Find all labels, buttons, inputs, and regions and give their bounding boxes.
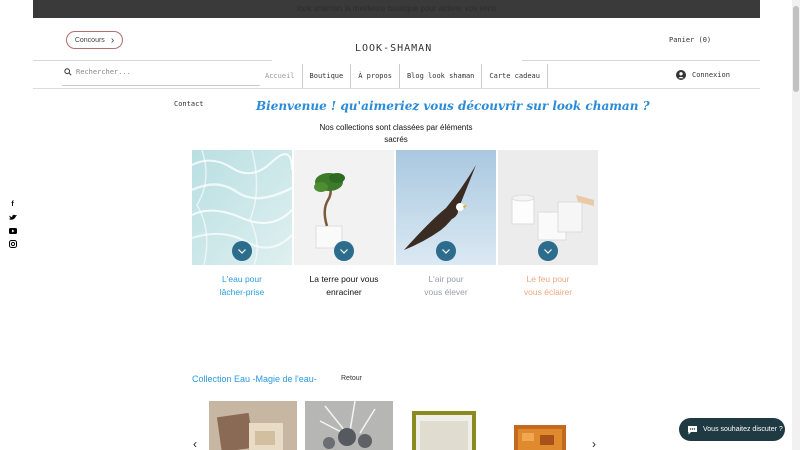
earth-image <box>294 150 394 265</box>
chevron-right-icon[interactable]: › <box>592 437 596 450</box>
element-cards: L'eau pour lâcher-prise La terre pour vo… <box>192 150 598 299</box>
login-label: Connexion <box>692 71 730 79</box>
chevron-down-icon[interactable] <box>334 241 354 261</box>
facebook-icon[interactable]: f <box>8 200 17 209</box>
chat-button[interactable]: Vous souhaitez discuter ? <box>679 418 785 441</box>
card-water-line2: lâcher-prise <box>219 287 265 297</box>
chevron-down-icon[interactable] <box>538 241 558 261</box>
instagram-icon[interactable] <box>8 239 17 248</box>
product-image[interactable] <box>500 401 588 450</box>
search-icon <box>64 68 72 76</box>
divider <box>522 60 760 61</box>
cart-link[interactable]: Panier (0) <box>669 36 711 44</box>
card-water[interactable]: L'eau pour lâcher-prise <box>192 150 292 299</box>
user-icon <box>676 70 686 80</box>
fire-image <box>498 150 598 265</box>
divider <box>33 88 760 89</box>
collection-title: Collection Eau -Magie de l'eau- <box>192 374 317 384</box>
login-button[interactable]: Connexion <box>676 70 730 80</box>
card-fire-line2: vous éclairer <box>523 287 573 297</box>
youtube-icon[interactable] <box>8 226 17 235</box>
card-air-line2: vous élever <box>424 287 468 297</box>
card-fire[interactable]: Le feu pour vous éclairer <box>498 150 598 299</box>
promo-banner: look shaman la meilleure boutique pour a… <box>33 0 760 18</box>
card-fire-line1: Le feu pour <box>526 274 570 284</box>
chevron-left-icon[interactable]: ‹ <box>193 437 197 450</box>
product-image[interactable] <box>209 401 297 450</box>
page: look shaman la meilleure boutique pour a… <box>0 0 800 450</box>
scrollbar-thumb[interactable] <box>793 6 799 92</box>
nav-item-a-propos[interactable]: À propos <box>350 64 399 88</box>
divider <box>33 60 272 61</box>
twitter-icon[interactable] <box>8 213 17 222</box>
card-earth-line1: La terre pour vous <box>309 274 379 284</box>
concours-button[interactable]: Concours › <box>66 31 123 49</box>
social-bar: f <box>8 200 17 248</box>
search-bar[interactable]: Rechercher... <box>64 68 131 76</box>
card-earth-line2: enraciner <box>326 287 362 297</box>
chevron-down-icon[interactable] <box>232 241 252 261</box>
product-image[interactable] <box>305 401 393 450</box>
water-image <box>192 150 292 265</box>
nav-item-boutique[interactable]: Boutique <box>301 64 351 88</box>
search-input[interactable]: Rechercher... <box>76 68 131 76</box>
main-nav: Accueil Boutique À propos Blog look sham… <box>258 64 548 88</box>
card-air-line1: L'air pour <box>428 274 464 284</box>
nav-item-carte-cadeau[interactable]: Carte cadeau <box>481 64 548 88</box>
nav-item-contact[interactable]: Contact <box>174 100 204 108</box>
back-link[interactable]: Retour <box>341 375 362 382</box>
card-earth[interactable]: La terre pour vous enraciner <box>294 150 394 299</box>
welcome-heading: Bienvenue ! qu'aimeriez vous découvrir s… <box>256 99 650 113</box>
card-water-line1: L'eau pour <box>222 274 262 284</box>
chat-label: Vous souhaitez discuter ? <box>703 426 783 433</box>
chevron-down-icon[interactable] <box>436 241 456 261</box>
chevron-right-icon: › <box>110 34 115 46</box>
chat-icon <box>688 425 697 434</box>
card-air[interactable]: L'air pour vous élever <box>396 150 496 299</box>
product-image[interactable] <box>406 401 494 450</box>
site-logo[interactable]: LOOK-SHAMAN <box>355 43 432 54</box>
nav-item-accueil[interactable]: Accueil <box>258 64 302 88</box>
concours-label: Concours <box>74 36 105 44</box>
air-image <box>396 150 496 265</box>
collections-subtitle: Nos collections sont classées par élémen… <box>319 123 473 144</box>
nav-item-blog[interactable]: Blog look shaman <box>398 64 481 88</box>
search-underline <box>62 85 260 86</box>
